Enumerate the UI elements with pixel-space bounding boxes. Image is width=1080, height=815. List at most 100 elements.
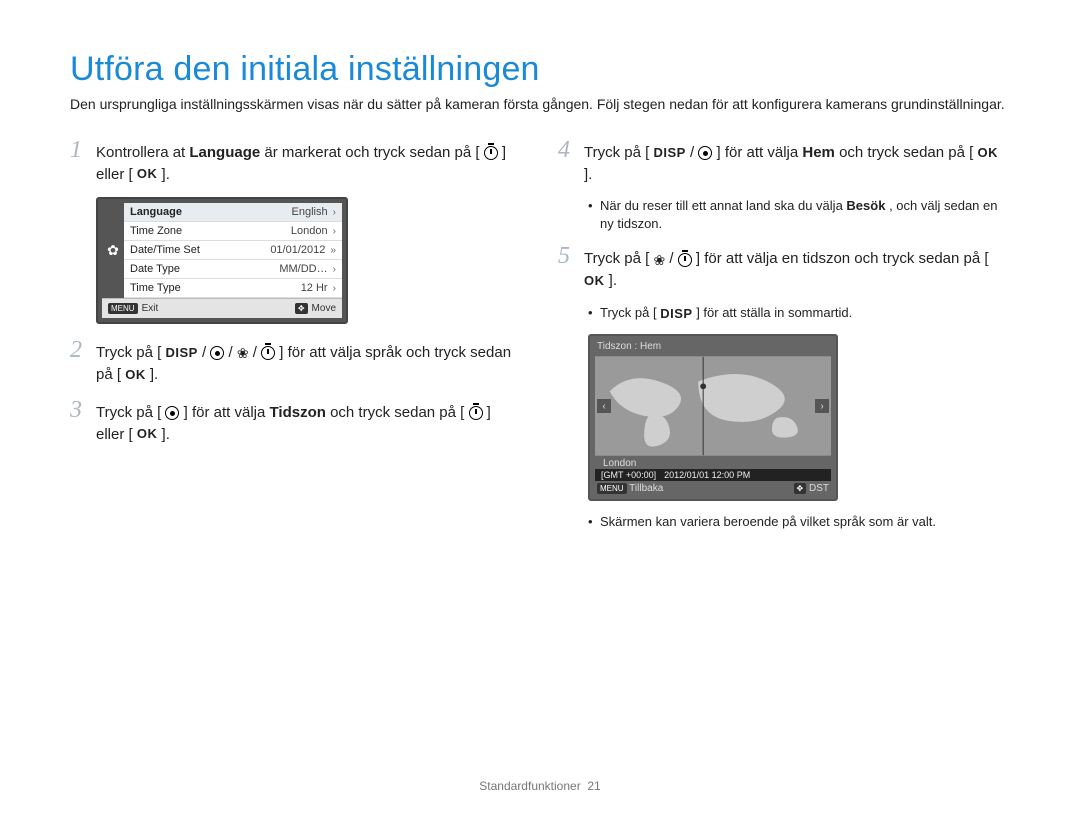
chevron-right-icon: » <box>330 245 336 256</box>
lcd-value: MM/DD… › <box>279 263 336 275</box>
lcd-row-timetype: Time Type 12 Hr › <box>124 279 342 298</box>
sep: / <box>253 344 257 361</box>
page-number: 21 <box>587 779 600 793</box>
step-number: 5 <box>558 244 576 268</box>
arrow-left-icon: ‹ <box>597 399 611 413</box>
bullet: När du reser till ett annat land ska du … <box>588 197 1010 232</box>
intro-text: Den ursprungliga inställningsskärmen vis… <box>70 95 1010 114</box>
right-column: 4 Tryck på [ DISP / ] för att välja Hem … <box>558 138 1010 543</box>
world-map-svg <box>595 356 831 456</box>
lcd-label: Date/Time Set <box>130 244 200 256</box>
text: Tryck på [ <box>584 144 649 161</box>
tz-city: London <box>593 458 833 469</box>
final-bullets: Skärmen kan variera beroende på vilket s… <box>588 513 1010 531</box>
sep: / <box>690 144 694 161</box>
nav-icon: ✥ <box>794 483 807 494</box>
menu-icon: MENU <box>108 303 138 314</box>
page-footer: Standardfunktioner 21 <box>0 779 1080 793</box>
lcd-head: ✿ Language English › Time Zone <box>102 203 342 298</box>
step-body: Tryck på [ DISP / / ❀ / ] för att välja … <box>96 342 522 386</box>
lcd-value: 01/01/2012 » <box>270 244 336 256</box>
text: ]. <box>609 272 617 289</box>
nav-icon: ✥ <box>295 303 308 314</box>
lcd-value: London › <box>291 225 336 237</box>
disp-icon: DISP <box>653 144 685 163</box>
footer-label: Standardfunktioner <box>479 779 580 793</box>
tz-foot-left: MENU Tillbaka <box>597 483 663 494</box>
sep: / <box>229 344 233 361</box>
text: Kontrollera at <box>96 144 189 161</box>
text: 12 Hr <box>301 282 328 294</box>
chevron-right-icon: › <box>333 207 336 218</box>
flower-icon: ❀ <box>237 346 249 360</box>
step-2: 2 Tryck på [ DISP / / ❀ / ] för att välj… <box>70 338 522 386</box>
text: 01/01/2012 <box>270 244 325 256</box>
menu-icon: MENU <box>597 483 627 494</box>
mode-icon <box>165 406 179 420</box>
mode-icon <box>210 346 224 360</box>
text: English <box>292 206 328 218</box>
lcd-value: English › <box>292 206 336 218</box>
step-body: Tryck på [ ❀ / ] för att välja en tidszo… <box>584 248 1010 292</box>
lcd-label: Time Zone <box>130 225 182 237</box>
lcd-row-datetime: Date/Time Set 01/01/2012 » <box>124 241 342 260</box>
tz-datetime: 2012/01/01 12:00 PM <box>664 470 750 480</box>
bold: Language <box>189 144 260 161</box>
tz-foot-right: ✥ DST <box>794 483 829 494</box>
text: Tryck på [ <box>96 344 161 361</box>
text: London <box>291 225 328 237</box>
step-body: Tryck på [ DISP / ] för att välja Hem oc… <box>584 142 1010 186</box>
arrow-right-icon: › <box>815 399 829 413</box>
lcd-rows: Language English › Time Zone London › <box>124 203 342 298</box>
text: Exit <box>142 303 159 314</box>
mode-icon <box>698 146 712 160</box>
gear-icon: ✿ <box>102 203 124 298</box>
bullet: Tryck på [ DISP ] för att ställa in somm… <box>588 304 1010 322</box>
ok-icon: OK <box>584 272 605 291</box>
step5-bullets: Tryck på [ DISP ] för att ställa in somm… <box>588 304 1010 322</box>
text: Tillbaka <box>629 483 663 494</box>
ok-icon: OK <box>137 165 158 184</box>
lcd-footer: MENU Exit ✥ Move <box>102 298 342 318</box>
step-3: 3 Tryck på [ ] för att välja Tidszon och… <box>70 398 522 446</box>
disp-icon: DISP <box>660 305 692 323</box>
lcd-row-language: Language English › <box>124 203 342 222</box>
text: Move <box>312 303 336 314</box>
timer-icon <box>261 346 275 360</box>
page: Utföra den initiala inställningen Den ur… <box>0 0 1080 815</box>
text: DST <box>809 483 829 494</box>
settings-screenshot: ✿ Language English › Time Zone <box>96 197 348 324</box>
text: och tryck sedan på [ <box>839 144 973 161</box>
bold: Besök <box>846 198 885 213</box>
lcd-value: 12 Hr › <box>301 282 336 294</box>
ok-icon: OK <box>125 366 146 385</box>
timer-icon <box>469 406 483 420</box>
step-5: 5 Tryck på [ ❀ / ] för att välja en tids… <box>558 244 1010 292</box>
lcd-row-timezone: Time Zone London › <box>124 222 342 241</box>
flower-icon: ❀ <box>653 253 665 267</box>
text: ] för att ställa in sommartid. <box>696 305 852 320</box>
tz-gmt: [GMT +00:00] <box>601 470 656 480</box>
bullet: Skärmen kan variera beroende på vilket s… <box>588 513 1010 531</box>
step-number: 1 <box>70 138 88 162</box>
text: När du reser till ett annat land ska du … <box>600 198 846 213</box>
world-map: ‹ › <box>595 356 831 456</box>
lcd-foot-left: MENU Exit <box>108 303 158 314</box>
timer-icon <box>484 146 498 160</box>
lcd-label: Language <box>130 206 182 218</box>
lcd-foot-right: ✥ Move <box>295 303 336 314</box>
chevron-right-icon: › <box>333 226 336 237</box>
chevron-right-icon: › <box>333 283 336 294</box>
text: Tryck på [ <box>96 404 161 421</box>
sep: / <box>202 344 206 361</box>
step-number: 3 <box>70 398 88 422</box>
step-body: Tryck på [ ] för att välja Tidszon och t… <box>96 402 522 446</box>
text: Tryck på [ <box>584 250 649 267</box>
lcd-label: Date Type <box>130 263 180 275</box>
text: MM/DD… <box>279 263 327 275</box>
timer-icon <box>678 253 692 267</box>
columns: 1 Kontrollera at Language är markerat oc… <box>70 138 1010 543</box>
disp-icon: DISP <box>165 344 197 363</box>
text: ]. <box>584 166 592 183</box>
lcd-row-datetype: Date Type MM/DD… › <box>124 260 342 279</box>
